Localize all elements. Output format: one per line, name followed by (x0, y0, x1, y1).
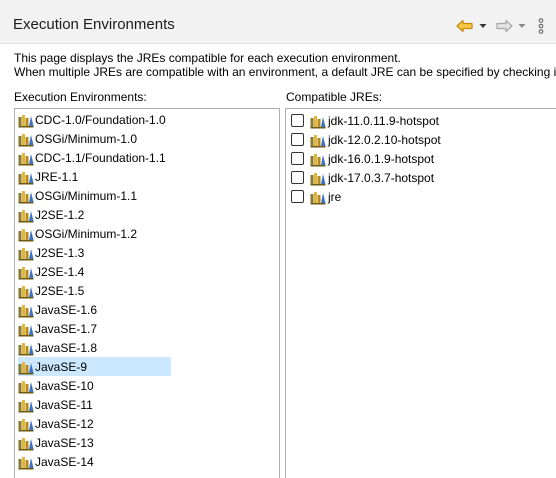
back-history-dropdown[interactable] (477, 17, 489, 35)
jre-library-icon (18, 228, 34, 241)
environment-item[interactable]: JavaSE-9 (18, 357, 171, 376)
view-menu-button[interactable] (534, 17, 548, 35)
chevron-down-icon (518, 24, 526, 28)
environment-item[interactable]: J2SE-1.2 (18, 205, 171, 224)
jre-item-label: jdk-16.0.1.9-hotspot (328, 151, 435, 166)
jre-default-checkbox[interactable] (291, 190, 304, 203)
jre-library-icon (310, 134, 326, 147)
jre-library-icon (18, 361, 34, 374)
environment-item-label: JavaSE-11 (35, 397, 93, 412)
environment-item-label: CDC-1.1/Foundation-1.1 (35, 150, 166, 165)
chevron-down-icon (479, 24, 487, 28)
jre-default-checkbox[interactable] (291, 152, 304, 165)
environment-item[interactable]: OSGi/Minimum-1.2 (18, 224, 171, 243)
jre-library-icon (18, 209, 34, 222)
description-line-2: When multiple JREs are compatible with a… (14, 65, 556, 79)
jre-library-icon (18, 437, 34, 450)
jre-library-icon (18, 399, 34, 412)
jre-library-icon (310, 153, 326, 166)
jre-library-icon (18, 171, 34, 184)
environment-item[interactable]: CDC-1.0/Foundation-1.0 (18, 110, 171, 129)
jre-library-icon (18, 418, 34, 431)
environment-item-label: JavaSE-1.7 (35, 321, 98, 336)
environment-item[interactable]: OSGi/Minimum-1.0 (18, 129, 171, 148)
environment-item-label: OSGi/Minimum-1.0 (35, 131, 138, 146)
environment-item[interactable]: J2SE-1.4 (18, 262, 171, 281)
jre-library-icon (18, 152, 34, 165)
back-arrow-icon (456, 19, 473, 33)
environment-item[interactable]: JRE-1.1 (18, 167, 171, 186)
page-header: Execution Environments (0, 0, 556, 44)
environment-item[interactable]: JavaSE-10 (18, 376, 171, 395)
environment-item[interactable]: JavaSE-1.8 (18, 338, 171, 357)
compatible-jres-label: Compatible JREs: (286, 90, 383, 104)
environment-item[interactable]: JavaSE-1.7 (18, 319, 171, 338)
forward-arrow-icon (496, 19, 513, 33)
page-title: Execution Environments (13, 16, 175, 33)
environment-item[interactable]: JavaSE-11 (18, 395, 171, 414)
environment-item[interactable]: JavaSE-1.6 (18, 300, 171, 319)
jre-library-icon (18, 247, 34, 260)
environment-item-label: JavaSE-1.8 (35, 340, 98, 355)
jre-library-icon (18, 190, 34, 203)
environment-item[interactable]: CDC-1.1/Foundation-1.1 (18, 148, 171, 167)
jre-item[interactable]: jdk-12.0.2.10-hotspot (291, 130, 441, 149)
jre-library-icon (18, 342, 34, 355)
jre-item-label: jdk-11.0.11.9-hotspot (328, 113, 439, 128)
environment-item-label: J2SE-1.3 (35, 245, 85, 260)
jre-item-label: jdk-12.0.2.10-hotspot (328, 132, 441, 147)
kebab-menu-icon (538, 18, 544, 34)
jre-default-checkbox[interactable] (291, 133, 304, 146)
jre-item[interactable]: jdk-17.0.3.7-hotspot (291, 168, 434, 187)
description-line-1: This page displays the JREs compatible f… (14, 51, 401, 65)
environment-item-label: JavaSE-10 (35, 378, 94, 393)
forward-button[interactable] (494, 17, 514, 35)
environment-item-label: JavaSE-14 (35, 454, 94, 469)
jre-item[interactable]: jre (291, 187, 341, 206)
environment-item-label: OSGi/Minimum-1.1 (35, 188, 138, 203)
jre-library-icon (18, 285, 34, 298)
jre-default-checkbox[interactable] (291, 114, 304, 127)
environment-item-label: OSGi/Minimum-1.2 (35, 226, 138, 241)
environment-item[interactable]: OSGi/Minimum-1.1 (18, 186, 171, 205)
jre-library-icon (310, 191, 326, 204)
jre-item[interactable]: jdk-11.0.11.9-hotspot (291, 111, 439, 130)
environment-item-label: JavaSE-12 (35, 416, 94, 431)
environment-item[interactable]: JavaSE-14 (18, 452, 171, 471)
back-button[interactable] (455, 17, 475, 35)
compatible-jres-list[interactable]: jdk-11.0.11.9-hotspot jdk-12.0.2.10-hots… (285, 108, 556, 478)
environment-item-label: J2SE-1.4 (35, 264, 85, 279)
environment-item-label: JavaSE-9 (35, 359, 88, 374)
environment-item-label: CDC-1.0/Foundation-1.0 (35, 112, 166, 127)
environment-item[interactable]: JavaSE-12 (18, 414, 171, 433)
jre-item-label: jdk-17.0.3.7-hotspot (328, 170, 435, 185)
jre-library-icon (310, 172, 326, 185)
jre-library-icon (18, 304, 34, 317)
jre-library-icon (18, 323, 34, 336)
jre-library-icon (310, 115, 326, 128)
environment-item-label: JavaSE-13 (35, 435, 94, 450)
forward-history-dropdown[interactable] (516, 17, 528, 35)
jre-library-icon (18, 456, 34, 469)
environments-label: Execution Environments: (14, 90, 147, 104)
jre-library-icon (18, 114, 34, 127)
environment-item-label: JavaSE-1.6 (35, 302, 98, 317)
jre-library-icon (18, 133, 34, 146)
environments-list[interactable]: CDC-1.0/Foundation-1.0 OSGi/Minimum-1.0 … (14, 108, 280, 478)
jre-library-icon (18, 266, 34, 279)
environment-item[interactable]: JavaSE-13 (18, 433, 171, 452)
environment-item-label: J2SE-1.2 (35, 207, 85, 222)
jre-default-checkbox[interactable] (291, 171, 304, 184)
jre-item[interactable]: jdk-16.0.1.9-hotspot (291, 149, 434, 168)
jre-item-label: jre (328, 189, 342, 204)
environment-item[interactable]: J2SE-1.3 (18, 243, 171, 262)
environment-item-label: JRE-1.1 (35, 169, 79, 184)
jre-library-icon (18, 380, 34, 393)
environment-item[interactable]: J2SE-1.5 (18, 281, 171, 300)
environment-item-label: J2SE-1.5 (35, 283, 85, 298)
page-description: This page displays the JREs compatible f… (14, 51, 556, 79)
